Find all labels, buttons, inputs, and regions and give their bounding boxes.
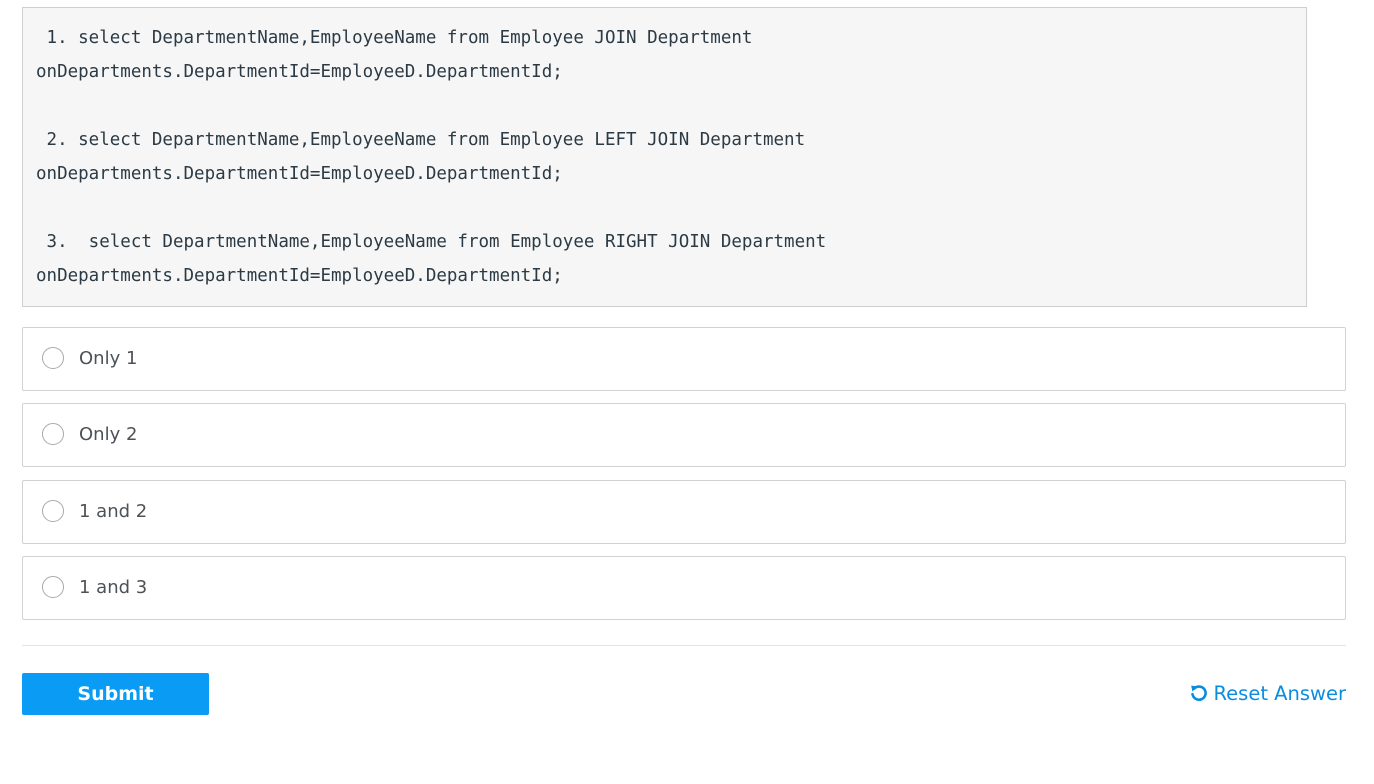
code-line: 3. select DepartmentName,EmployeeName fr… [36,232,827,252]
radio-button[interactable] [42,500,64,522]
code-line: onDepartments.DepartmentId=EmployeeD.Dep… [36,266,563,286]
submit-button[interactable]: Submit [22,673,209,715]
code-line: onDepartments.DepartmentId=EmployeeD.Dep… [36,164,563,184]
answer-option-1[interactable]: Only 1 [22,327,1346,391]
reset-icon [1190,685,1207,701]
option-label: Only 2 [79,424,138,445]
radio-button[interactable] [42,347,64,369]
code-line: 2. select DepartmentName,EmployeeName fr… [36,130,806,150]
radio-button[interactable] [42,576,64,598]
reset-answer-link[interactable]: Reset Answer [1189,680,1347,706]
code-block: 1. select DepartmentName,EmployeeName fr… [22,7,1307,307]
radio-button[interactable] [42,423,64,445]
code-line: 1. select DepartmentName,EmployeeName fr… [36,28,753,48]
reset-answer-label: Reset Answer [1213,681,1347,705]
option-label: 1 and 2 [79,501,148,522]
option-label: Only 1 [79,348,138,369]
answer-option-4[interactable]: 1 and 3 [22,556,1346,620]
divider [22,645,1346,646]
answer-option-2[interactable]: Only 2 [22,403,1346,467]
code-line: onDepartments.DepartmentId=EmployeeD.Dep… [36,62,563,82]
answer-option-3[interactable]: 1 and 2 [22,480,1346,544]
option-label: 1 and 3 [79,577,148,598]
